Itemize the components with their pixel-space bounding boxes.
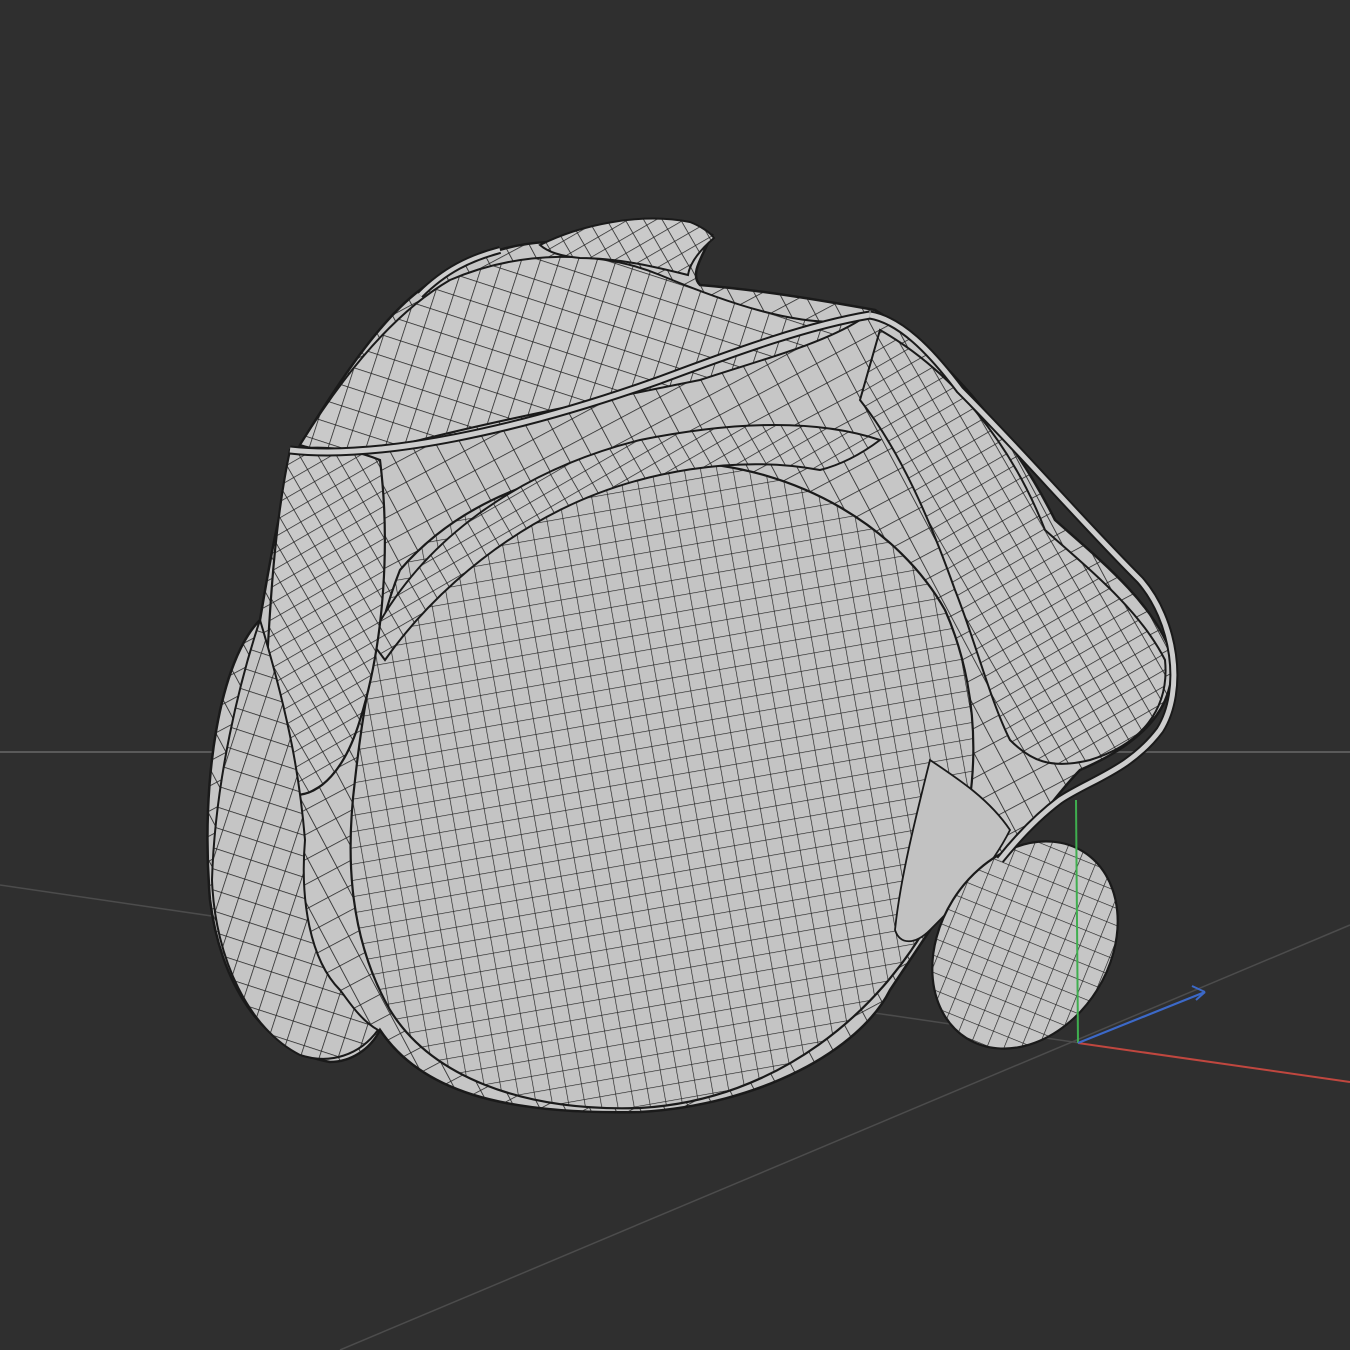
axis-x-line [1077,1042,1350,1083]
axis-z-line [1077,990,1206,1045]
axis-z-arrow-icon [1191,985,1206,1001]
3d-viewport[interactable] [0,0,1350,1350]
mesh-helmet[interactable] [206,217,1179,1114]
